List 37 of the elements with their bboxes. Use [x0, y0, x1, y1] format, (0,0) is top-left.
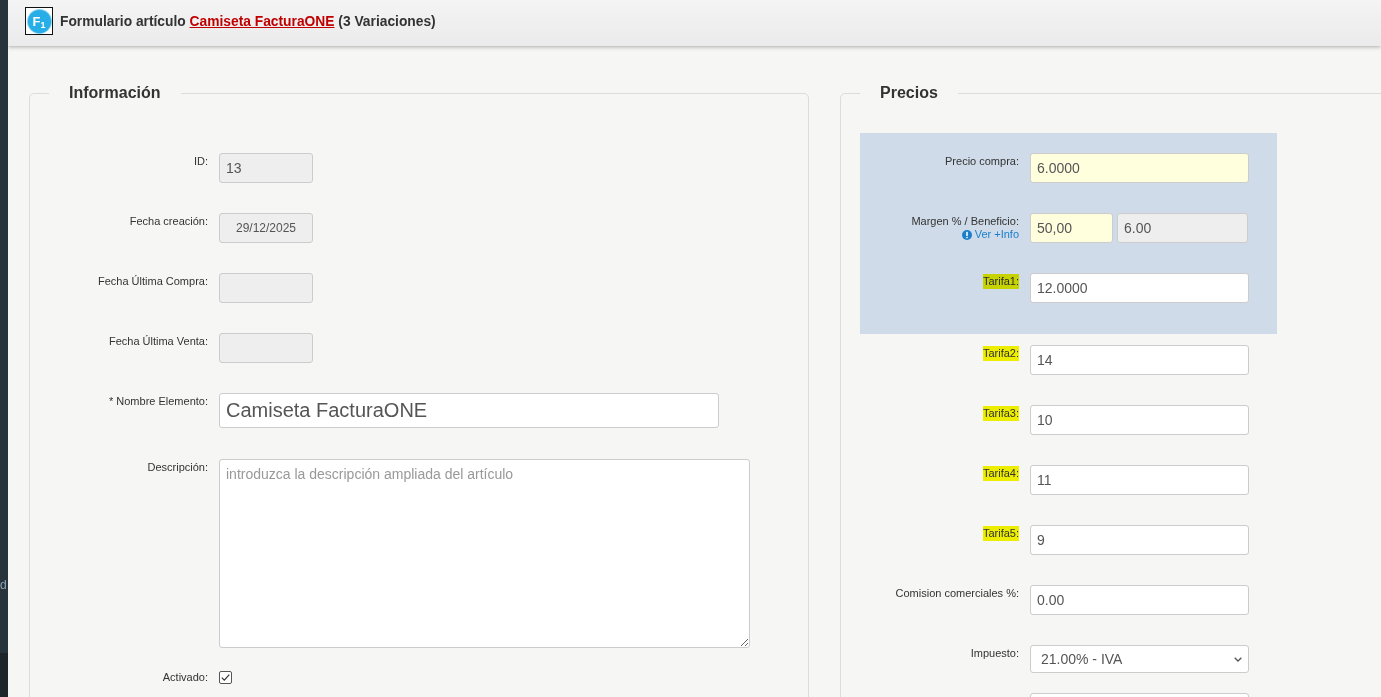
info-icon [961, 229, 972, 240]
tax-select[interactable]: 21.00% - IVA [1030, 645, 1249, 673]
field-label: Margen % / Beneficio: [911, 215, 1019, 228]
text-field[interactable]: 12.0000 [1030, 273, 1249, 303]
text-field[interactable]: 50,00 [1030, 213, 1113, 243]
text-field[interactable]: 11 [1030, 465, 1249, 495]
section-title: Precios [879, 83, 939, 103]
field-label: Tarifa4: [982, 466, 1019, 481]
field-label: Tarifa5: [982, 526, 1019, 541]
field-label: Fecha Última Compra: [97, 275, 208, 288]
product-link[interactable]: Camiseta FacturaONE [189, 13, 335, 29]
text-field[interactable]: 14 [1030, 345, 1249, 375]
field-label: Tarifa1: [982, 274, 1019, 289]
text-field[interactable]: 6.0000 [1030, 153, 1249, 183]
text-field[interactable]: 0.00 [1030, 585, 1249, 615]
section-title: Información [68, 83, 162, 103]
field-label: Fecha Última Venta: [108, 335, 208, 348]
field-label: Activado: [162, 671, 208, 684]
description-field[interactable]: introduzca la descripción ampliada del artículo [219, 459, 750, 648]
field-label: * Nombre Elemento: [108, 395, 208, 408]
chevron-down-icon [1234, 656, 1242, 662]
checkbox[interactable] [219, 671, 232, 684]
field-label: ID: [193, 155, 208, 168]
name-field[interactable]: Camiseta FacturaONE [219, 393, 719, 428]
field-label: Descripción: [147, 461, 208, 474]
field-label: Tarifa2: [982, 346, 1019, 361]
field-label: Precio compra: [945, 155, 1019, 168]
field-label: Impuesto: [970, 647, 1019, 660]
text-field[interactable]: 10 [1030, 405, 1249, 435]
sidebar-text[interactable]: d [0, 578, 7, 592]
text-field[interactable]: 9 [1030, 525, 1249, 555]
field-label: Comision comerciales %: [895, 587, 1019, 600]
field-label: Fecha creación: [129, 215, 208, 228]
app-logo: F$_{1}$ [25, 7, 53, 35]
page-title: Formulario artículo Camiseta FacturaONE (3 Variaciones) [60, 13, 436, 29]
sidebar-footer-block [0, 653, 8, 697]
field-label: Tarifa3: [982, 406, 1019, 421]
